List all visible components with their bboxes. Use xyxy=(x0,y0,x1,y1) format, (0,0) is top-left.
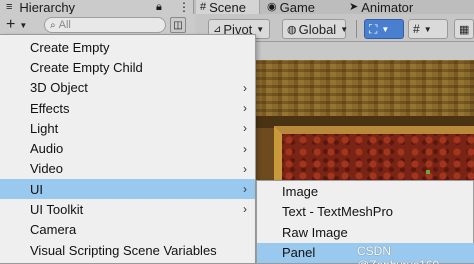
menu-item-label: Video xyxy=(30,161,64,177)
transform-tools-button[interactable]: ⛶ ▼ xyxy=(364,19,404,39)
search-icon: ⌕ xyxy=(50,19,56,31)
filter-icon[interactable]: ◫ xyxy=(170,17,186,33)
chevron-right-icon: › xyxy=(243,161,247,176)
menu-item-label: UI Toolkit xyxy=(30,202,84,218)
menu-item-label: Effects xyxy=(30,100,70,116)
chevron-down-icon: ▼ xyxy=(340,24,349,34)
chevron-down-icon: ▼ xyxy=(381,24,390,34)
snap-button[interactable]: ▦ xyxy=(454,19,474,39)
grid-button[interactable]: # ▼ xyxy=(408,19,448,39)
chevron-right-icon: › xyxy=(243,202,247,217)
menu-item-effects[interactable]: Effects › xyxy=(0,98,255,118)
menu-item-label: Create Empty xyxy=(30,39,110,55)
global-label: Global xyxy=(298,21,337,37)
menu-item-label: Light xyxy=(30,120,59,136)
menu-item-label: Visual Scripting Scene Variables xyxy=(30,242,217,258)
submenu-item-label: Panel xyxy=(282,245,316,261)
menu-item-label: Audio xyxy=(30,141,64,157)
chevron-right-icon: › xyxy=(243,141,247,156)
menu-item-create-empty[interactable]: Create Empty xyxy=(0,37,255,57)
scene-grid-icon: # xyxy=(200,0,207,13)
tab-animator[interactable]: ➤ Animator xyxy=(343,0,443,15)
gamepad-icon: ◉ xyxy=(267,0,277,13)
search-placeholder: All xyxy=(58,19,71,31)
tab-hierarchy[interactable]: ≡ Hierarchy 🔒︎ ⋮ xyxy=(0,0,194,15)
create-context-menu: Create Empty Create Empty Child 3D Objec… xyxy=(0,34,256,264)
menu-item-create-empty-child[interactable]: Create Empty Child xyxy=(0,57,255,77)
add-icon: + xyxy=(6,16,16,33)
transform-tools-icon: ⛶ xyxy=(369,21,378,36)
menu-item-light[interactable]: Light › xyxy=(0,118,255,138)
submenu-item-image[interactable]: Image xyxy=(257,181,474,202)
scene-dirt-shading xyxy=(256,60,474,120)
tab-animator-label: Animator xyxy=(361,0,414,15)
more-options-icon[interactable]: ⋮ xyxy=(178,0,190,14)
menu-item-label: UI xyxy=(30,181,43,197)
submenu-item-text-textmeshpro[interactable]: Text - TextMeshPro xyxy=(257,202,474,223)
submenu-item-label: Text - TextMeshPro xyxy=(282,204,394,220)
menu-item-camera[interactable]: Camera xyxy=(0,220,255,240)
snap-icon: ▦ xyxy=(459,23,470,36)
tab-scene[interactable]: # Scene xyxy=(196,0,260,15)
animator-icon: ➤ xyxy=(349,0,359,13)
list-icon: ≡ xyxy=(6,0,13,13)
grid-icon: # xyxy=(413,22,420,36)
tab-game[interactable]: ◉ Game xyxy=(261,0,341,15)
chevron-right-icon: › xyxy=(243,182,247,197)
chevron-down-icon: ▼ xyxy=(423,24,432,34)
menu-item-3d-object[interactable]: 3D Object › xyxy=(0,78,255,98)
pivot-icon: ⊿ xyxy=(213,23,222,35)
menu-item-visual-scripting-scene-variables[interactable]: Visual Scripting Scene Variables xyxy=(0,240,255,260)
menu-item-audio[interactable]: Audio › xyxy=(0,139,255,159)
hierarchy-search-input[interactable]: ⌕ All xyxy=(44,17,166,33)
toolbar-divider xyxy=(356,20,357,38)
hierarchy-toolbar: + ▼ ⌕ All ◫ xyxy=(0,14,194,36)
chevron-right-icon: › xyxy=(243,80,247,95)
chevron-right-icon: › xyxy=(243,121,247,136)
menu-item-video[interactable]: Video › xyxy=(0,159,255,179)
chevron-down-icon: ▼ xyxy=(19,20,28,30)
global-dropdown[interactable]: ◍ Global ▼ xyxy=(282,19,349,39)
menu-item-ui-toolkit[interactable]: UI Toolkit › xyxy=(0,199,255,219)
lock-icon[interactable]: 🔒︎ xyxy=(156,1,162,14)
submenu-item-label: Raw Image xyxy=(282,224,348,240)
menu-item-ui[interactable]: UI › xyxy=(0,179,255,200)
chevron-down-icon: ▼ xyxy=(256,24,265,34)
tab-scene-label: Scene xyxy=(209,0,246,15)
window-tab-bar: ≡ Hierarchy 🔒︎ ⋮ # Scene ◉ Game ➤ Animat… xyxy=(0,0,474,15)
chevron-right-icon: › xyxy=(243,100,247,115)
globe-icon: ◍ xyxy=(287,23,297,36)
scene-grass-pixel xyxy=(426,170,430,174)
menu-item-label: Camera xyxy=(30,222,77,238)
tab-game-label: Game xyxy=(279,0,316,15)
submenu-item-raw-image[interactable]: Raw Image xyxy=(257,222,474,243)
tab-hierarchy-label: Hierarchy xyxy=(19,0,76,15)
menu-item-label: 3D Object xyxy=(30,80,88,96)
menu-item-label: Create Empty Child xyxy=(30,59,143,75)
watermark-text: CSDN @Zephyrus160 xyxy=(357,244,439,264)
add-object-button[interactable]: + ▼ xyxy=(2,16,40,34)
submenu-item-label: Image xyxy=(282,183,319,199)
